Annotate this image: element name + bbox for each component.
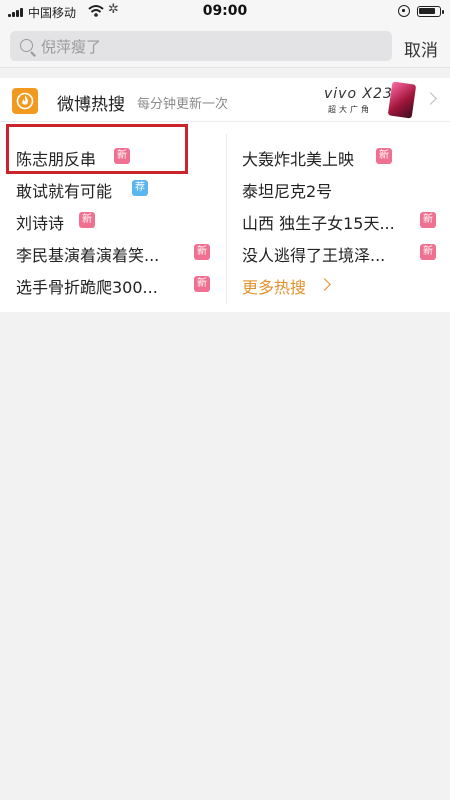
search-row: 倪萍瘦了 取消 xyxy=(0,24,450,68)
new-badge: 新 xyxy=(376,148,392,164)
new-badge: 新 xyxy=(79,212,95,228)
phone-image xyxy=(387,81,417,119)
hot-item[interactable]: 山西 独生子女15天... 新 xyxy=(242,204,438,236)
flame-icon xyxy=(12,88,38,114)
new-badge: 新 xyxy=(420,244,436,260)
clock: 09:00 xyxy=(202,3,248,19)
hot-item[interactable]: 选手骨折跪爬300... 新 xyxy=(16,268,216,300)
hot-item[interactable]: 大轰炸北美上映 新 xyxy=(242,140,438,172)
hot-item-text: 泰坦尼克2号 xyxy=(242,182,333,201)
hot-item[interactable]: 李民基演着演着笑... 新 xyxy=(16,236,216,268)
status-bar: 中国移动 ✲ 09:00 xyxy=(0,0,450,24)
hot-search-panel: 微博热搜 每分钟更新一次 vivo X23 超大广角 陈志朋反串 新 敢试就有可… xyxy=(0,78,450,312)
recommend-badge: 荐 xyxy=(132,180,148,196)
hot-item-text: 刘诗诗 xyxy=(16,214,65,233)
hot-search-subtitle: 每分钟更新一次 xyxy=(137,97,229,112)
cancel-button[interactable]: 取消 xyxy=(404,36,438,61)
chevron-right-icon xyxy=(424,92,437,105)
hot-item-text: 敢试就有可能 xyxy=(16,182,113,201)
battery-icon xyxy=(417,6,444,17)
hot-item-text: 李民基演着演着笑... xyxy=(16,246,160,265)
new-badge: 新 xyxy=(194,244,210,260)
hot-search-title: 微博热搜 xyxy=(57,95,125,115)
ad-tagline: 超大广角 xyxy=(328,105,372,114)
chevron-right-icon xyxy=(318,278,331,291)
highlight-annotation xyxy=(6,124,188,174)
search-icon xyxy=(20,39,33,52)
search-query-text: 倪萍瘦了 xyxy=(41,38,102,56)
ad-banner[interactable]: vivo X23 超大广角 xyxy=(322,81,420,119)
new-badge: 新 xyxy=(194,276,210,292)
more-hot-search-link[interactable]: 更多热搜 xyxy=(242,268,362,300)
ad-brand: vivo X23 xyxy=(324,86,393,102)
hot-item-text: 选手骨折跪爬300... xyxy=(16,278,158,297)
column-divider xyxy=(226,134,227,304)
hot-item[interactable]: 敢试就有可能 荐 xyxy=(16,172,216,204)
hot-item[interactable]: 刘诗诗 新 xyxy=(16,204,216,236)
rotation-lock-icon xyxy=(398,5,410,17)
hot-item-text: 没人逃得了王境泽... xyxy=(242,246,386,265)
new-badge: 新 xyxy=(420,212,436,228)
hot-item-text: 山西 独生子女15天... xyxy=(242,214,395,233)
search-input[interactable]: 倪萍瘦了 xyxy=(10,31,392,61)
hot-item[interactable]: 泰坦尼克2号 xyxy=(242,172,438,204)
hot-item-text: 大轰炸北美上映 xyxy=(242,150,355,169)
more-hot-search-label: 更多热搜 xyxy=(242,278,307,297)
hot-search-header[interactable]: 微博热搜 每分钟更新一次 vivo X23 超大广角 xyxy=(0,78,450,122)
hot-item[interactable]: 没人逃得了王境泽... 新 xyxy=(242,236,438,268)
